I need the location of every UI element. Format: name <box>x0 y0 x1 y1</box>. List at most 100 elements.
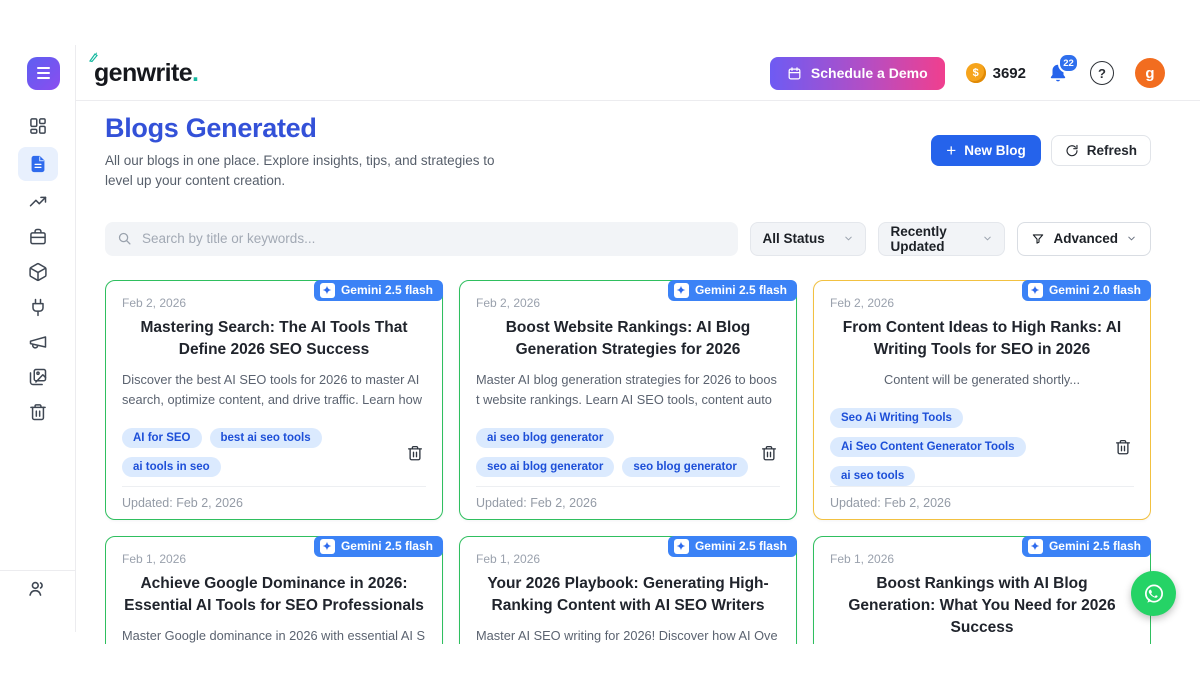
whatsapp-icon <box>1140 580 1168 608</box>
blog-card[interactable]: Gemini 2.5 flash Feb 2, 2026 Mastering S… <box>105 280 443 520</box>
card-updated: Updated: Feb 2, 2026 <box>476 486 780 510</box>
model-badge: Gemini 2.5 flash <box>668 536 797 557</box>
card-title: Boost Rankings with AI Blog Generation: … <box>832 573 1132 640</box>
blog-card[interactable]: Gemini 2.0 flash Feb 2, 2026 From Conten… <box>813 280 1151 520</box>
logo: genwrite. <box>94 59 199 88</box>
card-description: Discover the best AI SEO tools for 2026 … <box>122 370 426 410</box>
tag[interactable]: seo ai blog generator <box>476 457 614 477</box>
advanced-filter-button[interactable]: Advanced <box>1017 222 1151 256</box>
sidebar-item-products[interactable] <box>21 258 55 286</box>
search-box <box>105 222 738 256</box>
search-input[interactable] <box>140 230 726 247</box>
topbar-actions: Schedule a Demo $ 3692 22 ? g <box>770 57 1165 90</box>
model-badge: Gemini 2.5 flash <box>314 536 443 557</box>
card-description: Content will be generated shortly... <box>830 370 1134 397</box>
tag[interactable]: best ai seo tools <box>210 428 322 448</box>
card-description: Master Google dominance in 2026 with ess… <box>122 626 426 643</box>
whatsapp-chat-button[interactable] <box>1131 571 1176 616</box>
gemini-icon <box>1028 283 1043 298</box>
megaphone-icon <box>28 332 48 352</box>
tag[interactable]: seo blog generator <box>622 457 748 477</box>
sidebar-item-users[interactable] <box>0 578 75 599</box>
card-tags: ai seo blog generator seo ai blog genera… <box>476 428 750 477</box>
card-updated: Updated: Feb 2, 2026 <box>122 486 426 510</box>
credits-value: 3692 <box>993 65 1026 82</box>
blog-cards-area: Gemini 2.5 flash Feb 2, 2026 Mastering S… <box>105 280 1151 644</box>
schedule-demo-button[interactable]: Schedule a Demo <box>770 57 945 90</box>
question-mark-icon: ? <box>1098 66 1106 81</box>
card-title: Mastering Search: The AI Tools That Defi… <box>124 317 424 362</box>
coin-icon: $ <box>966 63 986 83</box>
gemini-icon <box>320 539 335 554</box>
tag[interactable]: ai tools in seo <box>122 457 221 477</box>
page-header: Blogs Generated All our blogs in one pla… <box>105 113 1151 192</box>
card-description: Master AI blog generation strategies for… <box>476 370 780 410</box>
avatar[interactable]: g <box>1135 58 1165 88</box>
chevron-down-icon <box>1126 233 1137 244</box>
new-blog-button[interactable]: + New Blog <box>931 135 1040 166</box>
blog-card[interactable]: Gemini 2.5 flash Feb 1, 2026 Your 2026 P… <box>459 536 797 644</box>
chevron-down-icon <box>843 233 854 244</box>
tag[interactable]: ai seo tools <box>830 466 915 486</box>
funnel-icon <box>1031 232 1045 246</box>
chevron-down-icon <box>982 233 993 244</box>
page-actions: + New Blog Refresh <box>931 135 1151 166</box>
pen-icon <box>88 51 100 63</box>
refresh-button[interactable]: Refresh <box>1051 135 1151 166</box>
refresh-icon <box>1065 144 1079 158</box>
blog-card[interactable]: Gemini 2.5 flash Feb 2, 2026 Boost Websi… <box>459 280 797 520</box>
calendar-icon <box>787 66 802 81</box>
blog-card[interactable]: Gemini 2.5 flash Feb 1, 2026 Boost Ranki… <box>813 536 1151 644</box>
sort-filter-dropdown[interactable]: Recently Updated <box>878 222 1005 256</box>
tag[interactable]: AI for SEO <box>122 428 202 448</box>
card-tags: Seo Ai Writing Tools Ai Seo Content Gene… <box>830 408 1104 486</box>
document-icon <box>28 154 48 174</box>
sidebar-item-dashboard[interactable] <box>21 112 55 140</box>
sidebar-item-projects[interactable] <box>21 223 55 251</box>
tag[interactable]: Ai Seo Content Generator Tools <box>830 437 1026 457</box>
sidebar-item-announcements[interactable] <box>21 328 55 356</box>
delete-blog-button[interactable] <box>1112 436 1134 458</box>
sidebar-footer-divider <box>0 570 75 571</box>
sidebar <box>0 112 75 426</box>
plus-icon: + <box>946 142 956 159</box>
tag[interactable]: ai seo blog generator <box>476 428 614 448</box>
delete-blog-button[interactable] <box>758 442 780 464</box>
status-filter-dropdown[interactable]: All Status <box>750 222 866 256</box>
trending-up-icon <box>28 192 48 212</box>
blog-card[interactable]: Gemini 2.5 flash Feb 1, 2026 Achieve Goo… <box>105 536 443 644</box>
model-badge: Gemini 2.5 flash <box>668 280 797 301</box>
users-icon <box>27 578 48 599</box>
header-divider <box>76 100 1200 101</box>
sidebar-divider <box>75 45 76 632</box>
trash-icon <box>28 402 48 422</box>
model-badge: Gemini 2.5 flash <box>1022 536 1151 557</box>
gemini-icon <box>674 283 689 298</box>
sidebar-item-analytics[interactable] <box>21 188 55 216</box>
credits-counter[interactable]: $ 3692 <box>966 63 1026 83</box>
top-bar: genwrite. Schedule a Demo $ 3692 22 ? g <box>0 45 1200 101</box>
notification-count-badge: 22 <box>1058 53 1079 73</box>
briefcase-icon <box>28 227 48 247</box>
delete-blog-button[interactable] <box>404 442 426 464</box>
card-title: Boost Website Rankings: AI Blog Generati… <box>478 317 778 362</box>
logo-dot: . <box>192 59 199 88</box>
sidebar-item-trash[interactable] <box>21 398 55 426</box>
hamburger-icon <box>37 67 50 69</box>
sidebar-item-integrations[interactable] <box>21 293 55 321</box>
sidebar-item-media[interactable] <box>21 363 55 391</box>
notifications-button[interactable]: 22 <box>1047 62 1069 84</box>
menu-toggle-button[interactable] <box>27 57 60 90</box>
sidebar-item-blogs[interactable] <box>18 147 58 181</box>
gemini-icon <box>1028 539 1043 554</box>
tag[interactable]: Seo Ai Writing Tools <box>830 408 963 428</box>
card-updated: Updated: Feb 2, 2026 <box>830 486 1134 510</box>
package-icon <box>28 262 48 282</box>
card-title: From Content Ideas to High Ranks: AI Wri… <box>832 317 1132 362</box>
page-subtitle: All our blogs in one place. Explore insi… <box>105 151 505 192</box>
help-button[interactable]: ? <box>1090 61 1114 85</box>
logo-text: genwrite <box>94 59 192 88</box>
plug-icon <box>28 297 48 317</box>
card-title: Achieve Google Dominance in 2026: Essent… <box>124 573 424 618</box>
gemini-icon <box>320 283 335 298</box>
